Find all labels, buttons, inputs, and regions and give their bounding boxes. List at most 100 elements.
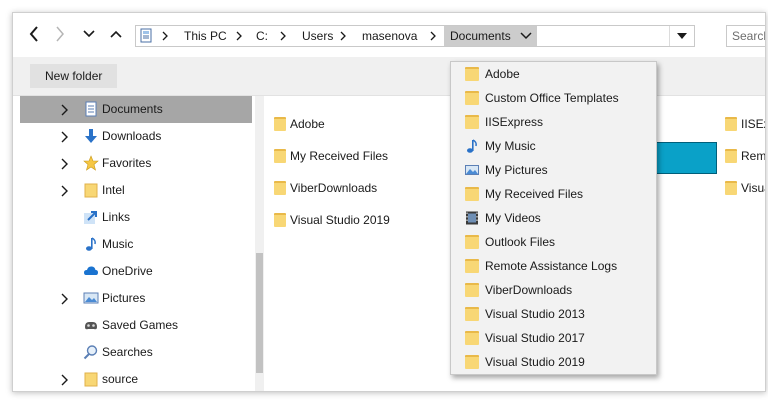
sidebar-item-links[interactable]: Links	[20, 204, 252, 231]
sidebar-item-downloads[interactable]: Downloads	[20, 123, 252, 150]
folder-icon	[465, 91, 479, 105]
menu-item-outlook-files[interactable]: Outlook Files	[451, 230, 656, 254]
list-item-label: Adobe	[290, 117, 325, 131]
sidebar-item-saved-games[interactable]: Saved Games	[20, 312, 252, 339]
sidebar-item-documents[interactable]: Documents	[20, 96, 252, 123]
list-item-label: ViberDownloads	[290, 181, 378, 195]
list-item[interactable]: ViberDownloads	[274, 176, 377, 200]
menu-item-my-music[interactable]: My Music	[451, 134, 656, 158]
sidebar-item-label: OneDrive	[102, 264, 153, 278]
breadcrumb-this-pc[interactable]: This PC	[184, 26, 227, 46]
sidebar-item-label: Intel	[102, 183, 125, 197]
sidebar-item-onedrive[interactable]: OneDrive	[20, 258, 252, 285]
menu-item-my-videos[interactable]: My Videos	[451, 206, 656, 230]
back-button[interactable]	[23, 23, 45, 45]
documents-icon	[85, 101, 97, 117]
sidebar-item-label: Downloads	[102, 129, 162, 143]
sidebar-item-source[interactable]: source	[20, 366, 252, 391]
menu-item-label: My Music	[485, 139, 536, 153]
sidebar-item-music[interactable]: Music	[20, 231, 252, 258]
file-explorer-window: This PC C: Users masenova Documents New …	[12, 12, 766, 392]
folder-icon	[465, 67, 479, 81]
sidebar-scrollbar-thumb[interactable]	[256, 253, 263, 373]
recent-locations-button[interactable]	[78, 23, 100, 45]
music-icon	[467, 139, 477, 153]
menu-item-adobe[interactable]: Adobe	[451, 62, 656, 86]
list-item[interactable]: My Received Files	[274, 144, 388, 168]
chevron-up-icon	[110, 30, 122, 38]
folder-icon	[725, 149, 737, 163]
menu-item-custom-office-templates[interactable]: Custom Office Templates	[451, 86, 656, 110]
breadcrumb-users[interactable]: Users	[302, 26, 333, 46]
breadcrumb-separator-icon[interactable]	[158, 26, 172, 46]
links-icon	[84, 211, 97, 224]
chevron-right-icon[interactable]	[60, 374, 70, 386]
search-icon	[83, 345, 98, 360]
address-history-button[interactable]	[669, 26, 694, 46]
breadcrumb-separator-icon[interactable]	[276, 26, 290, 46]
folder-icon	[465, 187, 479, 201]
list-item[interactable]: Visual	[725, 176, 765, 200]
list-item-label: Visual	[741, 181, 765, 195]
folder-icon	[465, 115, 479, 129]
folder-icon	[465, 331, 479, 345]
menu-item-label: Remote Assistance Logs	[485, 259, 618, 273]
sidebar-item-label: Documents	[102, 102, 163, 116]
address-bar[interactable]: This PC C: Users masenova Documents	[135, 25, 695, 47]
menu-item-remote-assistance-logs[interactable]: Remote Assistance Logs	[451, 254, 656, 278]
menu-item-my-received-files[interactable]: My Received Files	[451, 182, 656, 206]
chevron-right-icon[interactable]	[60, 104, 70, 116]
new-folder-button[interactable]: New folder	[30, 64, 118, 88]
list-item[interactable]: Adobe	[274, 112, 325, 136]
arrow-left-icon	[29, 26, 38, 42]
forward-button[interactable]	[49, 23, 71, 45]
breadcrumb-user[interactable]: masenova	[362, 26, 417, 46]
menu-item-iisexpress[interactable]: IISExpress	[451, 110, 656, 134]
breadcrumb-c-drive[interactable]: C:	[256, 26, 268, 46]
videos-icon	[466, 211, 478, 225]
chevron-down-icon	[520, 32, 532, 40]
list-item[interactable]: Visual Studio 2019	[274, 208, 390, 232]
menu-item-viberdownloads[interactable]: ViberDownloads	[451, 278, 656, 302]
selected-item-tile[interactable]	[655, 142, 717, 174]
sidebar-item-label: Searches	[102, 345, 153, 359]
menu-item-my-pictures[interactable]: My Pictures	[451, 158, 656, 182]
menu-item-label: Visual Studio 2013	[485, 307, 585, 321]
chevron-right-icon[interactable]	[60, 293, 70, 305]
breadcrumb-separator-icon[interactable]	[336, 26, 350, 46]
cloud-icon	[84, 266, 98, 275]
folder-icon	[274, 149, 286, 163]
menu-item-label: ViberDownloads	[485, 283, 573, 297]
menu-item-label: Outlook Files	[485, 235, 556, 249]
chevron-right-icon[interactable]	[60, 185, 70, 197]
sidebar-item-pictures[interactable]: Pictures	[20, 285, 252, 312]
folder-icon	[84, 372, 98, 387]
sidebar-item-intel[interactable]: Intel	[20, 177, 252, 204]
list-item-label: My Received Files	[290, 149, 389, 163]
breadcrumb-separator-icon[interactable]	[426, 26, 440, 46]
breadcrumb-separator-icon[interactable]	[232, 26, 246, 46]
pictures-icon	[465, 165, 479, 175]
menu-item-visual-studio-2013[interactable]: Visual Studio 2013	[451, 302, 656, 326]
list-item[interactable]: Remot	[725, 144, 766, 168]
computer-icon	[138, 27, 156, 45]
folder-icon	[465, 355, 479, 369]
breadcrumb-documents[interactable]: Documents	[444, 26, 517, 46]
search-input[interactable]	[726, 25, 765, 47]
chevron-right-icon[interactable]	[60, 131, 70, 143]
chevron-right-icon[interactable]	[60, 158, 70, 170]
sidebar-item-favorites[interactable]: Favorites	[20, 150, 252, 177]
breadcrumb-dropdown-button[interactable]	[515, 26, 537, 46]
folder-icon	[274, 213, 286, 227]
folder-icon	[465, 283, 479, 297]
folder-icon	[465, 235, 479, 249]
sidebar-item-label: Pictures	[102, 291, 146, 305]
menu-item-visual-studio-2019[interactable]: Visual Studio 2019	[451, 350, 656, 374]
sidebar-item-searches[interactable]: Searches	[20, 339, 252, 366]
list-item-label: Remot	[741, 149, 766, 163]
menu-item-visual-studio-2017[interactable]: Visual Studio 2017	[451, 326, 656, 350]
list-item[interactable]: IISExpr	[725, 112, 765, 136]
up-button[interactable]	[105, 23, 127, 45]
sidebar-item-label: Links	[102, 210, 131, 224]
pictures-icon	[83, 292, 99, 304]
